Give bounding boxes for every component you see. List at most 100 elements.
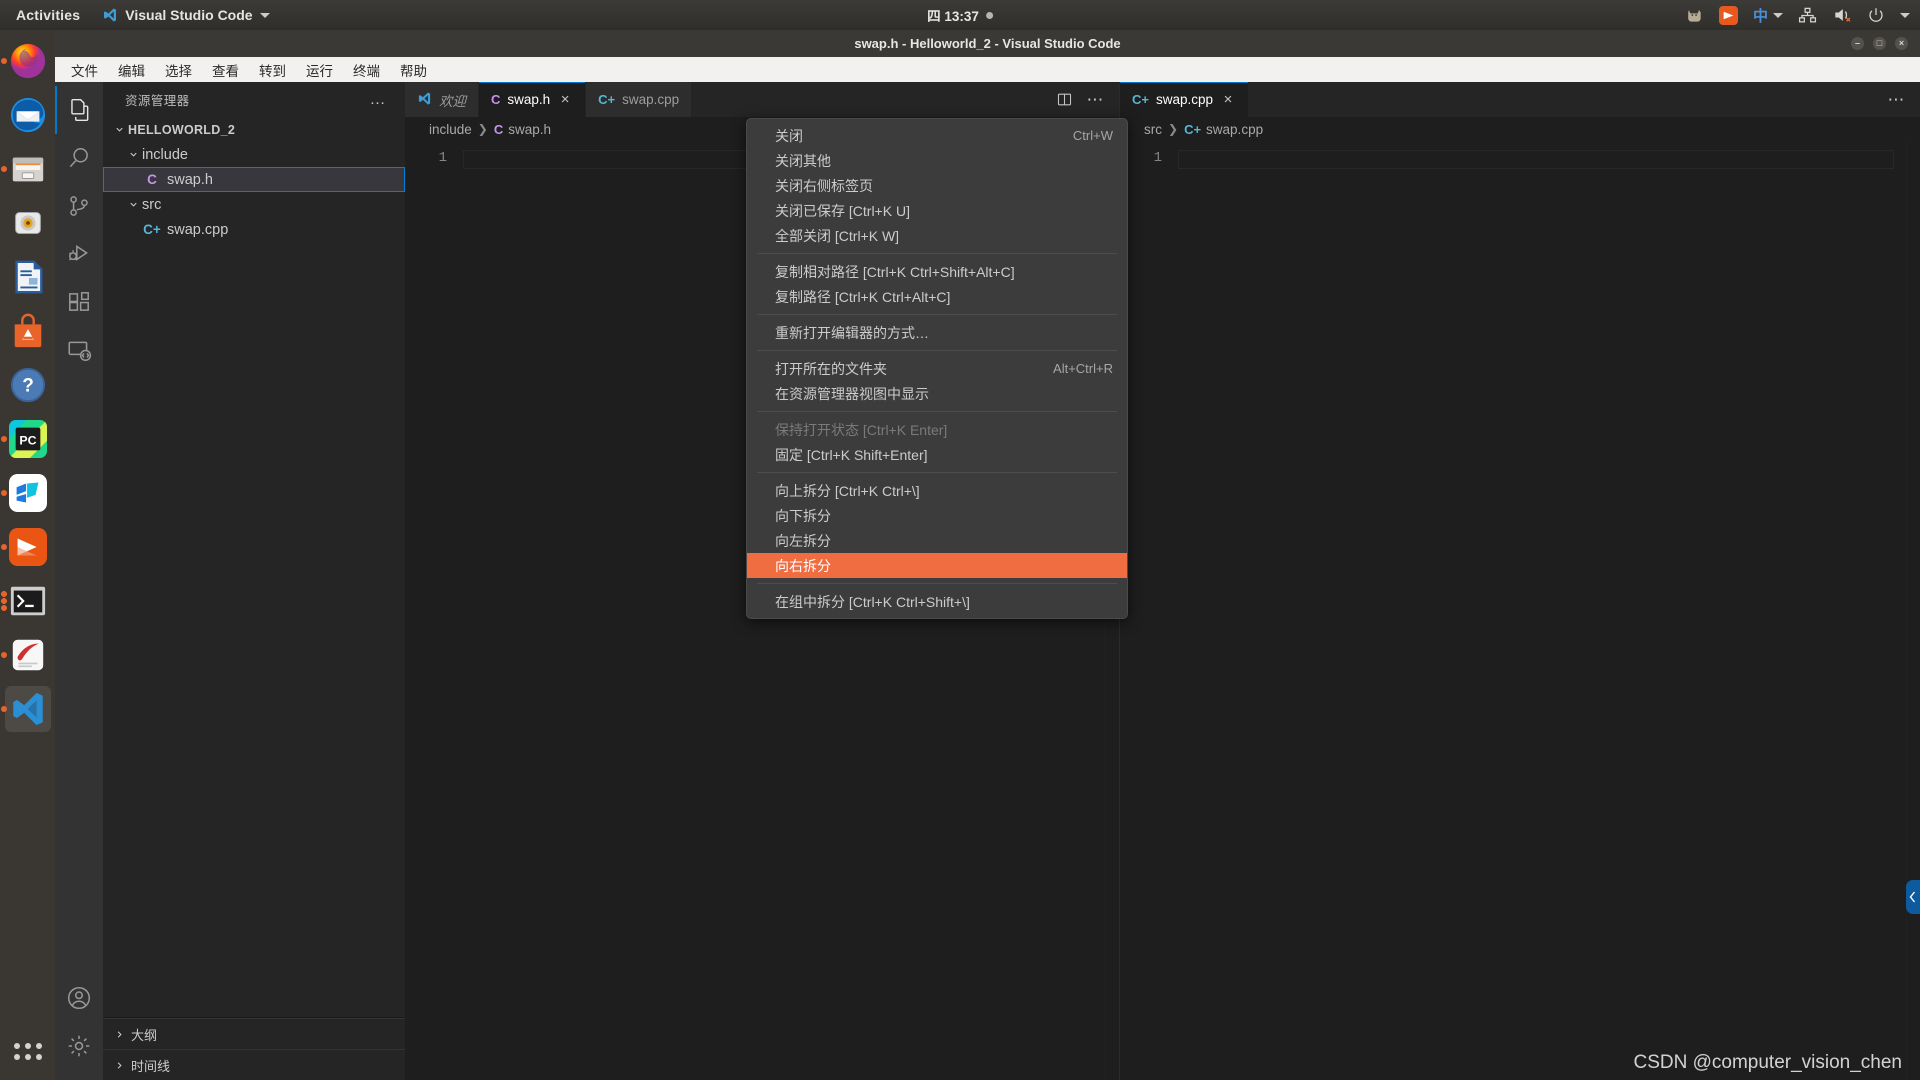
network-wired-icon[interactable] bbox=[1798, 6, 1817, 25]
code-editor-right[interactable]: 1 bbox=[1120, 141, 1920, 1080]
context-menu-item-close-all[interactable]: 全部关闭 [Ctrl+K W] bbox=[747, 223, 1127, 248]
activitybar-item-extensions[interactable] bbox=[55, 278, 103, 326]
dock-item-libreoffice-writer[interactable] bbox=[5, 254, 51, 300]
ellipsis-icon[interactable]: ⋯ bbox=[1888, 91, 1907, 108]
context-menu-item-close-saved[interactable]: 关闭已保存 [Ctrl+K U] bbox=[747, 198, 1127, 223]
system-tray: 中 bbox=[1684, 5, 1910, 26]
context-menu-item-reveal-in-explorer-view[interactable]: 在资源管理器视图中显示 bbox=[747, 381, 1127, 406]
breadcrumb-item-swap-cpp[interactable]: C+ swap.cpp bbox=[1184, 122, 1263, 137]
activitybar-item-search[interactable] bbox=[55, 134, 103, 182]
minimize-button[interactable]: – bbox=[1851, 37, 1864, 50]
chevron-down-icon bbox=[125, 146, 142, 163]
tree-item-swap-h[interactable]: C swap.h bbox=[103, 167, 405, 192]
tree-item-swap-cpp[interactable]: C+ swap.cpp bbox=[103, 217, 405, 242]
input-method-indicator[interactable]: 中 bbox=[1753, 5, 1783, 26]
activitybar-item-run-and-debug[interactable] bbox=[55, 230, 103, 278]
dock-item-media-player[interactable] bbox=[5, 524, 51, 570]
context-menu-item-split-up[interactable]: 向上拆分 [Ctrl+K Ctrl+\] bbox=[747, 478, 1127, 503]
context-menu-item-close-to-the-right[interactable]: 关闭右侧标签页 bbox=[747, 173, 1127, 198]
dock-item-firefox[interactable] bbox=[5, 38, 51, 84]
power-icon[interactable] bbox=[1867, 6, 1885, 24]
context-menu-item-copy-path[interactable]: 复制路径 [Ctrl+K Ctrl+Alt+C] bbox=[747, 284, 1127, 309]
context-menu-item-reveal-in-file-explorer[interactable]: 打开所在的文件夹 Alt+Ctrl+R bbox=[747, 356, 1127, 381]
sidebar-panel-outline[interactable]: 大纲 bbox=[103, 1018, 405, 1049]
breadcrumb-label: src bbox=[1144, 121, 1162, 137]
activitybar-item-source-control[interactable] bbox=[55, 182, 103, 230]
menu-terminal[interactable]: 终端 bbox=[351, 59, 382, 81]
menu-help[interactable]: 帮助 bbox=[398, 59, 429, 81]
tab-welcome[interactable]: 欢迎 bbox=[405, 82, 479, 117]
overview-ruler-right[interactable] bbox=[1906, 141, 1920, 1080]
context-menu-item-label: 关闭其他 bbox=[775, 152, 831, 169]
editor-actions-left: ⋯ bbox=[1042, 82, 1120, 117]
context-menu-separator bbox=[757, 472, 1117, 473]
context-menu-item-pin[interactable]: 固定 [Ctrl+K Shift+Enter] bbox=[747, 442, 1127, 467]
ellipsis-icon[interactable]: ⋯ bbox=[1087, 91, 1106, 108]
context-menu-item-split-in-group[interactable]: 在组中拆分 [Ctrl+K Ctrl+Shift+\] bbox=[747, 589, 1127, 614]
sidebar-bottom-panels: 大纲 时间线 bbox=[103, 1017, 405, 1080]
tree-item-helloworld_2[interactable]: HELLOWORLD_2 bbox=[103, 117, 405, 142]
volume-muted-icon[interactable] bbox=[1832, 5, 1852, 25]
ubuntu-dock: ? PC bbox=[0, 30, 55, 1080]
split-editor-icon[interactable] bbox=[1056, 91, 1073, 108]
media-app-icon[interactable] bbox=[1718, 5, 1738, 25]
maximize-button[interactable]: □ bbox=[1873, 37, 1886, 50]
menu-edit[interactable]: 编辑 bbox=[116, 59, 147, 81]
tab-label: 欢迎 bbox=[439, 93, 466, 109]
menu-run[interactable]: 运行 bbox=[304, 59, 335, 81]
menu-view[interactable]: 查看 bbox=[210, 59, 241, 81]
dock-item-thunderbird[interactable] bbox=[5, 92, 51, 138]
breadcrumb-item-swap-h[interactable]: C swap.h bbox=[494, 122, 551, 137]
c-header-file-icon: C bbox=[491, 92, 501, 107]
tab-context-menu: 关闭 Ctrl+W 关闭其他 关闭右侧标签页 关闭已保存 [Ctrl+K U] … bbox=[746, 118, 1128, 619]
cpp-file-icon: C+ bbox=[1184, 121, 1202, 137]
menu-go[interactable]: 转到 bbox=[257, 59, 288, 81]
activities-button[interactable]: Activities bbox=[0, 7, 94, 23]
activitybar-item-settings[interactable] bbox=[55, 1022, 103, 1070]
sidebar-panel-timeline[interactable]: 时间线 bbox=[103, 1049, 405, 1080]
show-applications-button[interactable] bbox=[5, 1028, 51, 1074]
activitybar-item-accounts[interactable] bbox=[55, 974, 103, 1022]
activitybar-item-remote-explorer[interactable] bbox=[55, 326, 103, 374]
dock-item-rhythmbox[interactable] bbox=[5, 200, 51, 246]
menu-file[interactable]: 文件 bbox=[69, 59, 100, 81]
tab-label: swap.cpp bbox=[1155, 92, 1214, 107]
sidebar-more-actions-icon[interactable]: … bbox=[370, 91, 388, 107]
context-menu-item-reopen-editor-with[interactable]: 重新打开编辑器的方式… bbox=[747, 320, 1127, 345]
tab-swap-cpp[interactable]: C+ swap.cpp bbox=[586, 82, 693, 117]
dock-item-foxit-reader[interactable] bbox=[5, 632, 51, 678]
tab-close-icon[interactable]: × bbox=[557, 92, 573, 107]
tree-item-include[interactable]: include bbox=[103, 142, 405, 167]
window-title: swap.h - Helloworld_2 - Visual Studio Co… bbox=[854, 36, 1121, 51]
active-app-menu[interactable]: Visual Studio Code bbox=[94, 7, 277, 23]
tab-swap-h[interactable]: C swap.h × bbox=[479, 82, 587, 117]
dock-item-terminal[interactable] bbox=[5, 578, 51, 624]
breadcrumb-item-include[interactable]: include bbox=[429, 122, 472, 137]
menu-selection[interactable]: 选择 bbox=[163, 59, 194, 81]
close-button[interactable]: × bbox=[1895, 37, 1908, 50]
dock-item-files[interactable] bbox=[5, 146, 51, 192]
code-content-right[interactable] bbox=[1178, 141, 1906, 1080]
context-menu-item-split-right[interactable]: 向右拆分 bbox=[747, 553, 1127, 578]
context-menu-item-split-down[interactable]: 向下拆分 bbox=[747, 503, 1127, 528]
activitybar-item-explorer[interactable] bbox=[55, 86, 103, 134]
dock-item-vscode[interactable] bbox=[4, 686, 51, 732]
tree-item-src[interactable]: src bbox=[103, 192, 405, 217]
context-menu-item-split-left[interactable]: 向左拆分 bbox=[747, 528, 1127, 553]
context-menu-item-copy-relative-path[interactable]: 复制相对路径 [Ctrl+K Ctrl+Shift+Alt+C] bbox=[747, 259, 1127, 284]
edge-drawer-handle[interactable] bbox=[1906, 880, 1920, 914]
tab-close-icon[interactable]: × bbox=[1220, 92, 1236, 107]
dock-item-todesk[interactable] bbox=[5, 470, 51, 516]
clock[interactable]: 四 13:37 bbox=[927, 5, 993, 25]
context-menu-item-close-others[interactable]: 关闭其他 bbox=[747, 148, 1127, 173]
cat-icon[interactable] bbox=[1684, 5, 1704, 25]
breadcrumb-item-src[interactable]: src bbox=[1144, 122, 1162, 137]
context-menu-item-label: 关闭已保存 [Ctrl+K U] bbox=[775, 202, 910, 219]
dock-item-pycharm[interactable]: PC bbox=[5, 416, 51, 462]
dock-item-ubuntu-software[interactable] bbox=[5, 308, 51, 354]
sidebar-title: 资源管理器 bbox=[125, 94, 190, 108]
context-menu-item-close[interactable]: 关闭 Ctrl+W bbox=[747, 123, 1127, 148]
chevron-down-icon[interactable] bbox=[1900, 12, 1910, 18]
tab-swap-cpp-right[interactable]: C+ swap.cpp × bbox=[1120, 82, 1250, 117]
dock-item-help[interactable]: ? bbox=[5, 362, 51, 408]
